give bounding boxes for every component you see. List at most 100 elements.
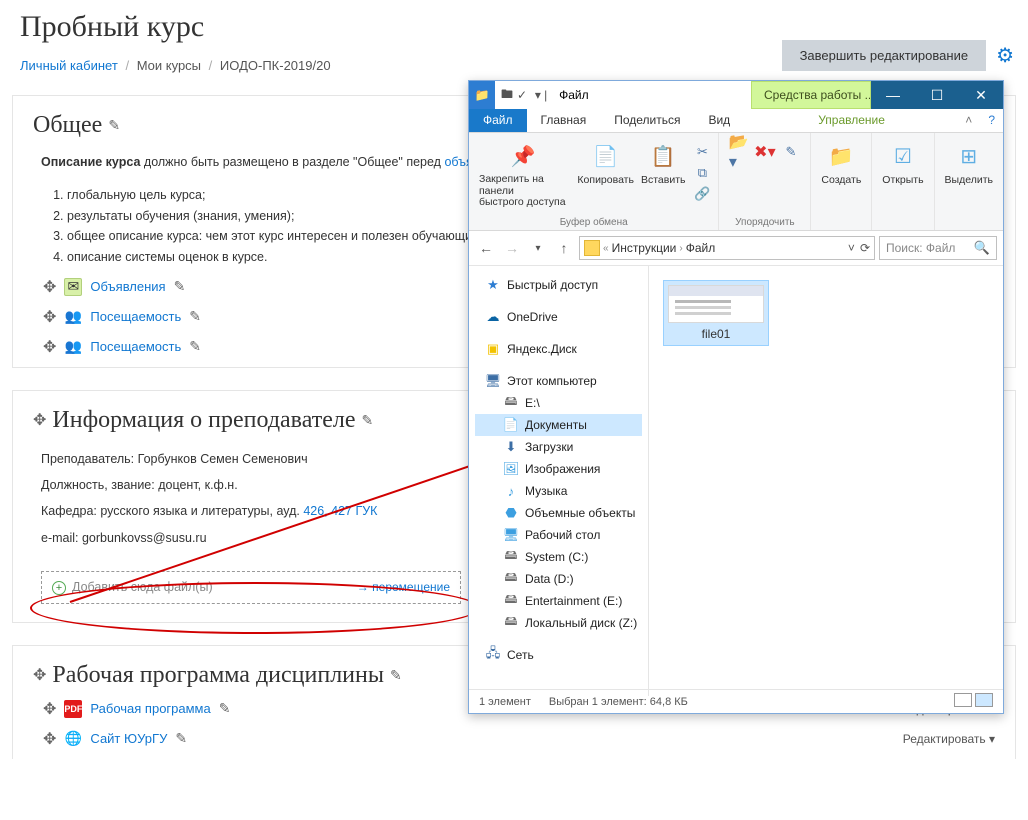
tree-drive-z[interactable]: 🖴Локальный диск (Z:) bbox=[475, 612, 642, 634]
tab-manage[interactable]: Управление bbox=[804, 109, 899, 132]
drive-icon: 🖴 bbox=[503, 395, 519, 411]
copy-button[interactable]: 📄Копировать bbox=[577, 139, 634, 211]
clipboard-small-buttons[interactable]: ✂ ⧉ 🔗 bbox=[692, 139, 712, 211]
file-explorer-window: 📁 🖿✓ ▾ | Файл Средства работы ... — ☐ ✕ … bbox=[468, 80, 1004, 714]
addr-dropdown-icon[interactable]: ˅ bbox=[848, 241, 855, 255]
tree-onedrive[interactable]: ☁OneDrive bbox=[475, 306, 642, 328]
minimize-button[interactable]: — bbox=[871, 81, 915, 109]
ribbon-collapse-icon[interactable]: ˄ bbox=[957, 109, 980, 132]
tree-yandex-disk[interactable]: ▣Яндекс.Диск bbox=[475, 338, 642, 360]
tree-drive-c[interactable]: 🖴System (C:) bbox=[475, 546, 642, 568]
qat-dropdown-icon[interactable]: ▾ | bbox=[533, 88, 549, 102]
tree-downloads[interactable]: ⬇Загрузки bbox=[475, 436, 642, 458]
tree-drive-e[interactable]: 🖴E:\ bbox=[475, 392, 642, 414]
move-icon[interactable]: ✥ bbox=[43, 307, 56, 327]
activity-attendance[interactable]: Посещаемость bbox=[90, 309, 181, 324]
downloads-icon: ⬇ bbox=[503, 439, 519, 455]
back-button[interactable]: ← bbox=[475, 237, 497, 259]
addr-seg-2[interactable]: Файл bbox=[686, 241, 716, 255]
copy-icon: 📄 bbox=[591, 141, 621, 171]
tree-this-pc[interactable]: 🖥Этот компьютер bbox=[475, 370, 642, 392]
file-pane[interactable]: file01 bbox=[649, 266, 1003, 696]
edit-menu[interactable]: Редактировать ▾ bbox=[903, 732, 995, 746]
drive-icon: 🖴 bbox=[503, 593, 519, 609]
pencil-icon[interactable]: ✎ bbox=[174, 278, 186, 295]
tree-drive-d[interactable]: 🖴Data (D:) bbox=[475, 568, 642, 590]
view-mode-toggle[interactable] bbox=[951, 693, 993, 710]
addr-seg-1[interactable]: Инструкции bbox=[612, 241, 677, 255]
move-section-icon[interactable]: ✥ bbox=[33, 665, 46, 685]
tree-network[interactable]: 🖧Сеть bbox=[475, 644, 642, 666]
open-button[interactable]: ☑Открыть bbox=[878, 139, 927, 188]
pencil-icon[interactable]: ✎ bbox=[390, 667, 402, 684]
activity-site-link[interactable]: Сайт ЮУрГУ bbox=[90, 731, 167, 746]
network-icon: 🖧 bbox=[485, 647, 501, 663]
tab-file[interactable]: Файл bbox=[469, 109, 527, 132]
pencil-icon[interactable]: ✎ bbox=[108, 117, 120, 134]
tree-pictures[interactable]: 🖼Изображения bbox=[475, 458, 642, 480]
address-bar[interactable]: « Инструкции › Файл ˅⟳ bbox=[579, 236, 875, 260]
explorer-statusbar: 1 элемент Выбран 1 элемент: 64,8 КБ bbox=[469, 689, 1003, 713]
rename-button[interactable]: ✎ bbox=[781, 139, 801, 161]
group-organize-label: Упорядочить bbox=[735, 217, 795, 228]
tree-documents[interactable]: 📄Документы bbox=[475, 414, 642, 436]
copy-path-icon[interactable]: ⧉ bbox=[692, 164, 712, 182]
pencil-icon[interactable]: ✎ bbox=[189, 338, 201, 355]
tab-home[interactable]: Главная bbox=[527, 109, 601, 132]
drive-icon: 🖴 bbox=[503, 615, 519, 631]
tree-desktop[interactable]: 🖥Рабочий стол bbox=[475, 524, 642, 546]
activity-announcements[interactable]: Объявления bbox=[90, 279, 165, 294]
pin-button[interactable]: 📌Закрепить на панели быстрого доступа bbox=[475, 139, 571, 211]
breadcrumb-course: ИОДО-ПК-2019/20 bbox=[220, 58, 331, 73]
help-icon[interactable]: ? bbox=[980, 109, 1003, 132]
forward-button[interactable]: → bbox=[501, 237, 523, 259]
move-icon[interactable]: ✥ bbox=[43, 277, 56, 297]
forum-icon: ✉ bbox=[64, 278, 82, 296]
move-to-button[interactable]: 📂▾ bbox=[729, 139, 749, 161]
tree-drive-ent[interactable]: 🖴Entertainment (E:) bbox=[475, 590, 642, 612]
pencil-icon[interactable]: ✎ bbox=[189, 308, 201, 325]
select-button[interactable]: ⊞Выделить bbox=[941, 139, 997, 188]
attendance-icon: 👥 bbox=[64, 308, 82, 326]
pdf-icon: PDF bbox=[64, 700, 82, 718]
delete-icon: ✖▾ bbox=[755, 143, 775, 161]
tree-quick-access[interactable]: ★Быстрый доступ bbox=[475, 274, 642, 296]
drive-icon: 🖴 bbox=[503, 549, 519, 565]
quick-access-toolbar[interactable]: 🖿✓ bbox=[495, 85, 533, 106]
paste-button[interactable]: 📋Вставить bbox=[640, 139, 686, 211]
breadcrumb-home[interactable]: Личный кабинет bbox=[20, 58, 118, 73]
delete-button[interactable]: ✖▾ bbox=[755, 139, 775, 161]
new-button[interactable]: 📁Создать bbox=[817, 139, 865, 188]
up-button[interactable]: ↑ bbox=[553, 237, 575, 259]
move-icon[interactable]: ✥ bbox=[43, 337, 56, 357]
tree-3d-objects[interactable]: ⬣Объемные объекты bbox=[475, 502, 642, 524]
desc-pre: Описание курса bbox=[41, 155, 140, 169]
status-count: 1 элемент bbox=[479, 696, 531, 708]
activity-attendance-2[interactable]: Посещаемость bbox=[90, 339, 181, 354]
pencil-icon[interactable]: ✎ bbox=[219, 700, 231, 717]
finish-editing-button[interactable]: Завершить редактирование bbox=[782, 40, 987, 71]
status-selection: Выбран 1 элемент: 64,8 КБ bbox=[549, 696, 688, 708]
move-icon[interactable]: ✥ bbox=[43, 729, 56, 749]
tab-view[interactable]: Вид bbox=[694, 109, 744, 132]
activity-program-file[interactable]: Рабочая программа bbox=[90, 701, 210, 716]
pencil-icon[interactable]: ✎ bbox=[362, 412, 374, 429]
tree-music[interactable]: ♪Музыка bbox=[475, 480, 642, 502]
move-icon[interactable]: ✥ bbox=[43, 699, 56, 719]
pencil-icon[interactable]: ✎ bbox=[175, 730, 187, 747]
search-input[interactable]: Поиск: Файл 🔍 bbox=[879, 236, 997, 260]
tab-share[interactable]: Поделиться bbox=[600, 109, 694, 132]
recent-dropdown-icon[interactable]: ▾ bbox=[527, 237, 549, 259]
file-dropzone[interactable]: +Добавить сюда файл(ы) перемещение bbox=[41, 571, 461, 604]
pictures-icon: 🖼 bbox=[503, 461, 519, 477]
cut-icon[interactable]: ✂ bbox=[692, 143, 712, 161]
maximize-button[interactable]: ☐ bbox=[915, 81, 959, 109]
move-section-icon[interactable]: ✥ bbox=[33, 410, 46, 430]
context-tab-label[interactable]: Средства работы ... bbox=[751, 81, 871, 109]
explorer-titlebar[interactable]: 📁 🖿✓ ▾ | Файл Средства работы ... — ☐ ✕ bbox=[469, 81, 1003, 109]
refresh-icon[interactable]: ⟳ bbox=[860, 241, 870, 255]
close-button[interactable]: ✕ bbox=[959, 81, 1003, 109]
gear-icon[interactable]: ⚙ bbox=[996, 43, 1014, 68]
paste-shortcut-icon[interactable]: 🔗 bbox=[692, 185, 712, 203]
file-item[interactable]: file01 bbox=[663, 280, 769, 346]
